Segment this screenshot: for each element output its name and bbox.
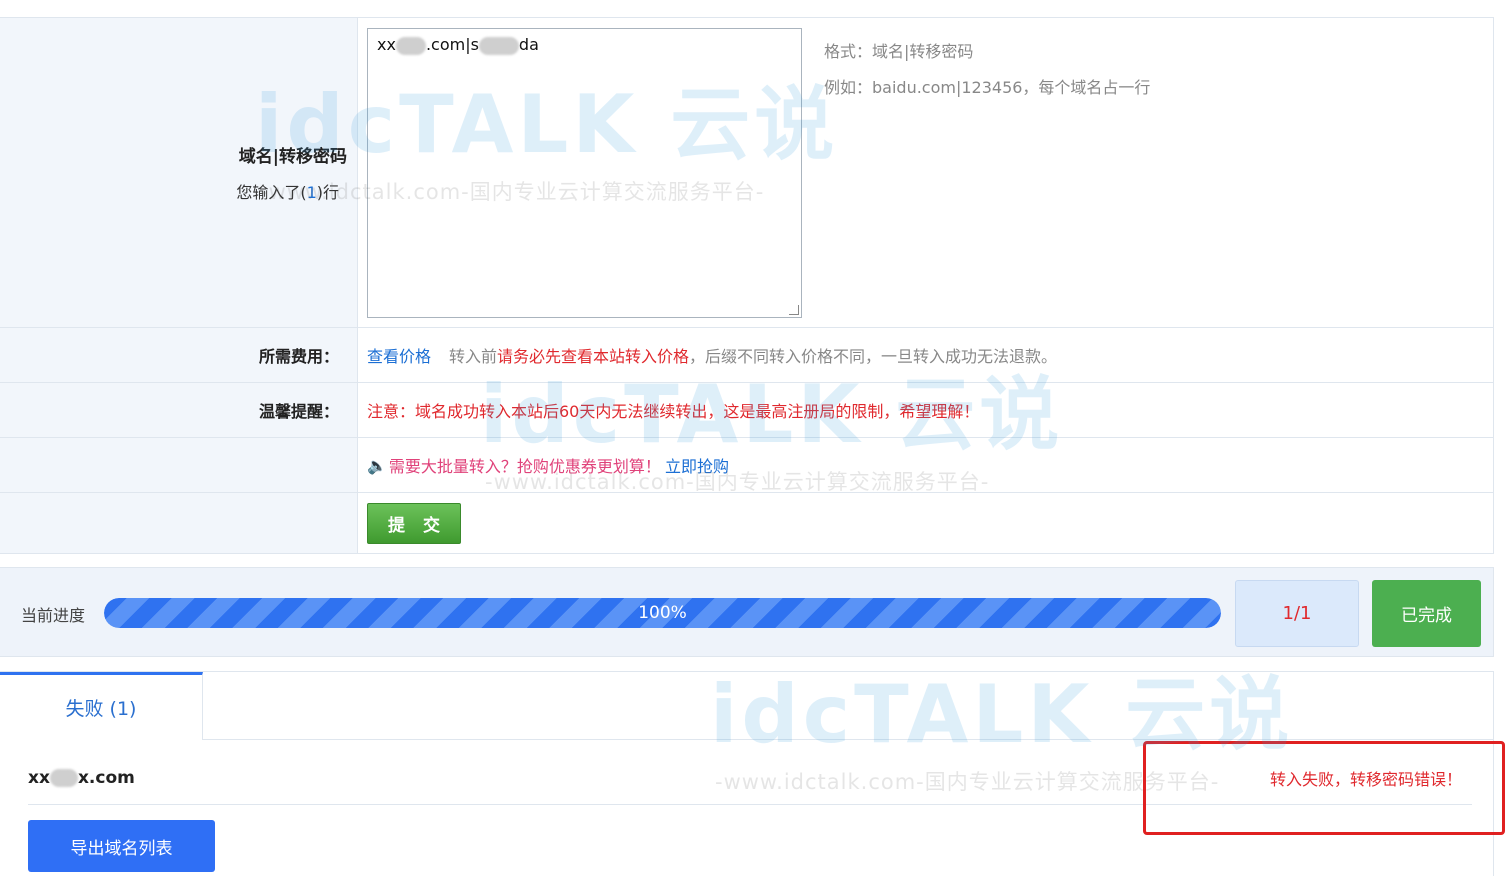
tip-text: 注意：域名成功转入本站后60天内无法继续转出，这是最高注册局的限制，希望理解！ xyxy=(367,402,980,421)
export-domain-list-button[interactable]: 导出域名列表 xyxy=(28,820,215,872)
domain-input-cell: xx .com|s da 格式：域名|转移密码 例如：baidu.com|12345… xyxy=(358,18,1493,327)
tip-row: 温馨提醒： 注意：域名成功转入本站后60天内无法继续转出，这是最高注册局的限制，… xyxy=(0,383,1493,438)
domain-label: 域名|转移密码 xyxy=(238,147,347,167)
domain-row: 域名|转移密码 您输入了(1)行 xx .com|s da 格式：域名|转移密码 例… xyxy=(0,18,1493,328)
progress-counter: 1/1 xyxy=(1235,580,1359,647)
line-count-number: 1 xyxy=(306,183,317,202)
page: 域名|转移密码 您输入了(1)行 xx .com|s da 格式：域名|转移密码 例… xyxy=(0,0,1512,876)
tip-content: 注意：域名成功转入本站后60天内无法继续转出，这是最高注册局的限制，希望理解！ xyxy=(358,383,1493,437)
error-highlight-box xyxy=(1143,741,1505,835)
line-count: 您输入了(1)行 xyxy=(236,183,339,202)
fee-content: 查看价格 转入前 请务必先查看本站转入价格 ，后缀不同转入价格不同，一旦转入成功无法… xyxy=(358,328,1493,382)
submit-button[interactable]: 提 交 xyxy=(367,502,461,544)
promo-label-cell xyxy=(0,438,358,492)
redacted-blur xyxy=(49,769,78,787)
result-tabs: 失败 (1) xyxy=(0,672,1493,740)
progress-percent: 100% xyxy=(638,603,687,623)
speaker-icon: 🔈 xyxy=(367,455,387,475)
tip-label: 温馨提醒： xyxy=(0,383,358,437)
completed-button[interactable]: 已完成 xyxy=(1372,580,1481,647)
redacted-blur xyxy=(395,36,426,55)
progress-panel: 当前进度 100% 1/1 已完成 xyxy=(0,567,1494,657)
result-domain: xx x.com xyxy=(28,768,135,788)
transfer-form: 域名|转移密码 您输入了(1)行 xx .com|s da 格式：域名|转移密码 例… xyxy=(0,17,1494,554)
redacted-blur xyxy=(478,36,519,55)
progress-label: 当前进度 xyxy=(21,606,86,625)
submit-row: 提 交 xyxy=(0,493,1493,553)
tab-failed[interactable]: 失败 (1) xyxy=(0,672,203,740)
submit-label-cell xyxy=(0,493,358,553)
fee-row: 所需费用： 查看价格 转入前 请务必先查看本站转入价格 ，后缀不同转入价格不同，一旦… xyxy=(0,328,1493,383)
format-hints: 格式：域名|转移密码 例如：baidu.com|123456，每个域名占一行 xyxy=(824,28,1150,106)
hint-example: 例如：baidu.com|123456，每个域名占一行 xyxy=(824,78,1151,97)
fee-label: 所需费用： xyxy=(0,328,358,382)
promo-row: 🔈 需要大批量转入？抢购优惠券更划算！ 立即抢购 xyxy=(0,438,1493,493)
progress-bar: 100% xyxy=(104,598,1221,628)
buy-now-link[interactable]: 立即抢购 xyxy=(665,453,729,477)
domain-textarea[interactable]: xx .com|s da xyxy=(367,28,802,318)
view-price-link[interactable]: 查看价格 xyxy=(367,343,431,367)
hint-format: 格式：域名|转移密码 xyxy=(824,42,974,61)
promo-text: 需要大批量转入？抢购优惠券更划算！ xyxy=(388,457,661,476)
fee-warning: 请务必先查看本站转入价格 xyxy=(497,347,690,366)
promo-content: 🔈 需要大批量转入？抢购优惠券更划算！ 立即抢购 xyxy=(358,438,1493,492)
submit-content: 提 交 xyxy=(358,493,1493,553)
resize-grip-icon[interactable] xyxy=(789,305,799,315)
domain-label-cell: 域名|转移密码 您输入了(1)行 xyxy=(0,18,358,327)
